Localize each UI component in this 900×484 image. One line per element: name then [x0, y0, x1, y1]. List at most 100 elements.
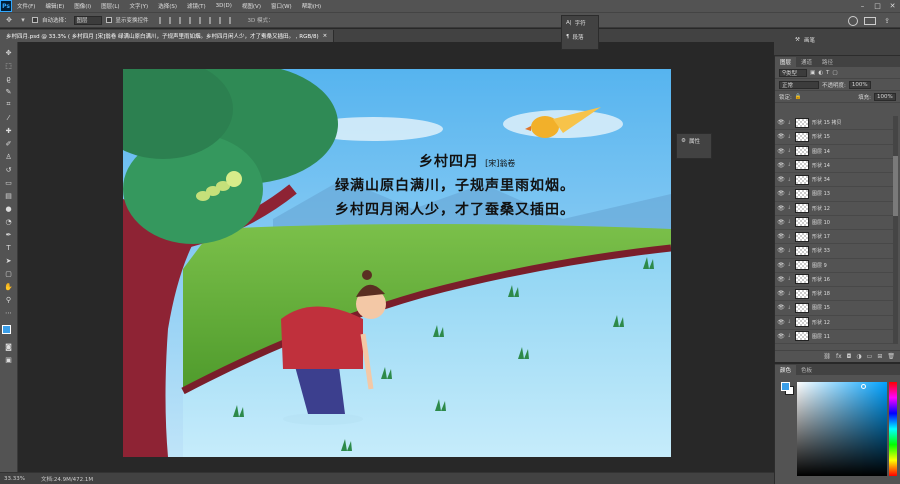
tab-swatches[interactable]: 色板	[796, 365, 817, 375]
show-transform-checkbox[interactable]	[105, 17, 112, 23]
layer-name[interactable]: 形状 33	[812, 247, 830, 254]
visibility-eye-icon[interactable]: 👁	[775, 176, 787, 183]
color-panel-foreground[interactable]	[781, 382, 790, 391]
color-picker-cursor[interactable]	[861, 384, 866, 389]
layer-name[interactable]: 形状 17	[812, 233, 830, 240]
stamp-tool-icon[interactable]: ♙	[3, 152, 14, 161]
workspace-icon[interactable]	[864, 17, 876, 25]
history-brush-icon[interactable]: ↺	[3, 165, 14, 174]
layer-row[interactable]: 👁 ↓ 形状 17	[775, 230, 893, 245]
layer-name[interactable]: 图层 9	[812, 262, 827, 269]
adjustment-layer-icon[interactable]: ◑	[856, 353, 861, 360]
layer-name[interactable]: 形状 12	[812, 205, 830, 212]
layer-name[interactable]: 形状 34	[812, 176, 830, 183]
auto-select-dropdown[interactable]: 图层	[73, 15, 102, 25]
properties-panel-button[interactable]: ⚙ 属性	[677, 134, 711, 148]
layer-name[interactable]: 形状 15	[812, 133, 830, 140]
layer-name[interactable]: 图层 10	[812, 219, 830, 226]
tab-layers[interactable]: 图层	[775, 57, 797, 67]
layer-name[interactable]: 形状 12	[812, 319, 830, 326]
eraser-tool-icon[interactable]: ▭	[3, 178, 14, 187]
zoom-tool-icon[interactable]: ⚲	[3, 295, 14, 304]
more-tools-icon[interactable]: ⋯	[3, 308, 14, 317]
layer-name[interactable]: 形状 16	[812, 276, 830, 283]
lock-icon[interactable]: 🔒	[795, 94, 802, 100]
close-icon[interactable]: ✕	[885, 0, 900, 12]
menu-layer[interactable]: 图层(L)	[96, 2, 124, 10]
tab-paths[interactable]: 路径	[817, 57, 838, 67]
new-group-icon[interactable]: ▭	[867, 353, 873, 360]
visibility-eye-icon[interactable]: 👁	[775, 162, 787, 169]
layer-row[interactable]: 👁 ↓ 形状 12	[775, 316, 893, 330]
path-select-tool-icon[interactable]: ➤	[3, 256, 14, 265]
opacity-input[interactable]: 100%	[848, 80, 871, 89]
link-layers-icon[interactable]: ⛓	[823, 353, 831, 360]
layer-mask-icon[interactable]: ◘	[847, 353, 852, 360]
dodge-tool-icon[interactable]: ◔	[3, 217, 14, 226]
brush-panel-button[interactable]: ⚒ 画笔	[795, 36, 815, 44]
zoom-level[interactable]: 33.33%	[4, 476, 25, 482]
distribute-2-icon[interactable]	[228, 16, 236, 24]
align-bottom-icon[interactable]	[208, 16, 216, 24]
move-tool-icon[interactable]: ✥	[3, 48, 14, 57]
layer-row[interactable]: 👁 ↓ 图层 11	[775, 330, 893, 344]
crop-tool-icon[interactable]: ⌗	[3, 100, 14, 109]
layer-name[interactable]: 图层 15	[812, 304, 830, 311]
align-top-icon[interactable]	[188, 16, 196, 24]
visibility-eye-icon[interactable]: 👁	[775, 333, 787, 340]
visibility-eye-icon[interactable]: 👁	[775, 190, 787, 197]
minimize-icon[interactable]: –	[855, 0, 870, 12]
shape-tool-icon[interactable]: ▢	[3, 269, 14, 278]
hand-tool-icon[interactable]: ✋	[3, 282, 14, 291]
layer-row[interactable]: 👁 ↓ 图层 15	[775, 301, 893, 316]
marquee-tool-icon[interactable]: ⬚	[3, 61, 14, 70]
menu-image[interactable]: 图像(I)	[69, 2, 96, 10]
color-picker-field[interactable]	[797, 382, 887, 476]
document-canvas[interactable]: 乡村四月 [宋]翁卷 绿满山原白满川，子规声里雨如烟。 乡村四月闲人少，才了蚕桑…	[123, 69, 671, 457]
visibility-eye-icon[interactable]: 👁	[775, 304, 787, 311]
filter-pixel-icon[interactable]: ▣	[810, 70, 815, 76]
foreground-color[interactable]	[2, 325, 11, 334]
layer-row[interactable]: 👁 ↓ 图层 14	[775, 145, 893, 159]
share-icon[interactable]: ⇪	[882, 16, 892, 26]
layer-row[interactable]: 👁 ↓ 形状 15 拷贝	[775, 116, 893, 131]
chevron-down-icon[interactable]: ▾	[18, 15, 28, 25]
layers-scrollbar[interactable]	[893, 116, 898, 344]
visibility-eye-icon[interactable]: 👁	[775, 262, 787, 269]
visibility-eye-icon[interactable]: 👁	[775, 148, 787, 155]
layer-name[interactable]: 图层 14	[812, 148, 830, 155]
layer-row[interactable]: 👁 ↓ 图层 10	[775, 216, 893, 230]
gradient-tool-icon[interactable]: ▤	[3, 191, 14, 200]
type-tool-icon[interactable]: T	[3, 243, 14, 252]
menu-edit[interactable]: 编辑(E)	[40, 2, 69, 10]
quick-mask-icon[interactable]: ◙	[3, 342, 14, 351]
layer-name[interactable]: 图层 11	[812, 333, 830, 340]
layer-name[interactable]: 形状 15 拷贝	[812, 119, 842, 126]
document-tab[interactable]: 乡村四月.psd @ 33.3% ( 乡村四月 [宋]翁卷 绿满山原白满川，子规…	[0, 30, 335, 42]
menu-select[interactable]: 选择(S)	[153, 2, 182, 10]
blend-mode-select[interactable]: 正常	[779, 80, 819, 89]
brush-tool-icon[interactable]: ✐	[3, 139, 14, 148]
distribute-icon[interactable]	[218, 16, 226, 24]
layer-name[interactable]: 形状 14	[812, 162, 830, 169]
tab-close-icon[interactable]: ×	[323, 33, 328, 39]
layer-row[interactable]: 👁 ↓ 形状 14	[775, 159, 893, 173]
fill-input[interactable]: 100%	[874, 92, 896, 101]
visibility-eye-icon[interactable]: 👁	[775, 205, 787, 212]
layer-row[interactable]: 👁 ↓ 形状 15	[775, 130, 893, 145]
filter-shape-icon[interactable]: ▢	[832, 70, 837, 76]
menu-type[interactable]: 文字(Y)	[125, 2, 154, 10]
eyedropper-tool-icon[interactable]: ⁄	[3, 113, 14, 122]
layer-row[interactable]: 👁 ↓ 图层 13	[775, 187, 893, 202]
layers-scrollbar-thumb[interactable]	[893, 156, 898, 216]
align-left-icon[interactable]	[158, 16, 166, 24]
layer-name[interactable]: 形状 18	[812, 290, 830, 297]
hue-slider[interactable]	[889, 382, 897, 476]
search-icon[interactable]	[848, 16, 858, 26]
move-tool-icon[interactable]: ✥	[4, 15, 14, 25]
layer-row[interactable]: 👁 ↓ 形状 18	[775, 287, 893, 302]
pen-tool-icon[interactable]: ✒	[3, 230, 14, 239]
align-center-icon[interactable]	[168, 16, 176, 24]
auto-select-checkbox[interactable]	[32, 17, 38, 23]
layer-row[interactable]: 👁 ↓ 形状 16	[775, 273, 893, 287]
